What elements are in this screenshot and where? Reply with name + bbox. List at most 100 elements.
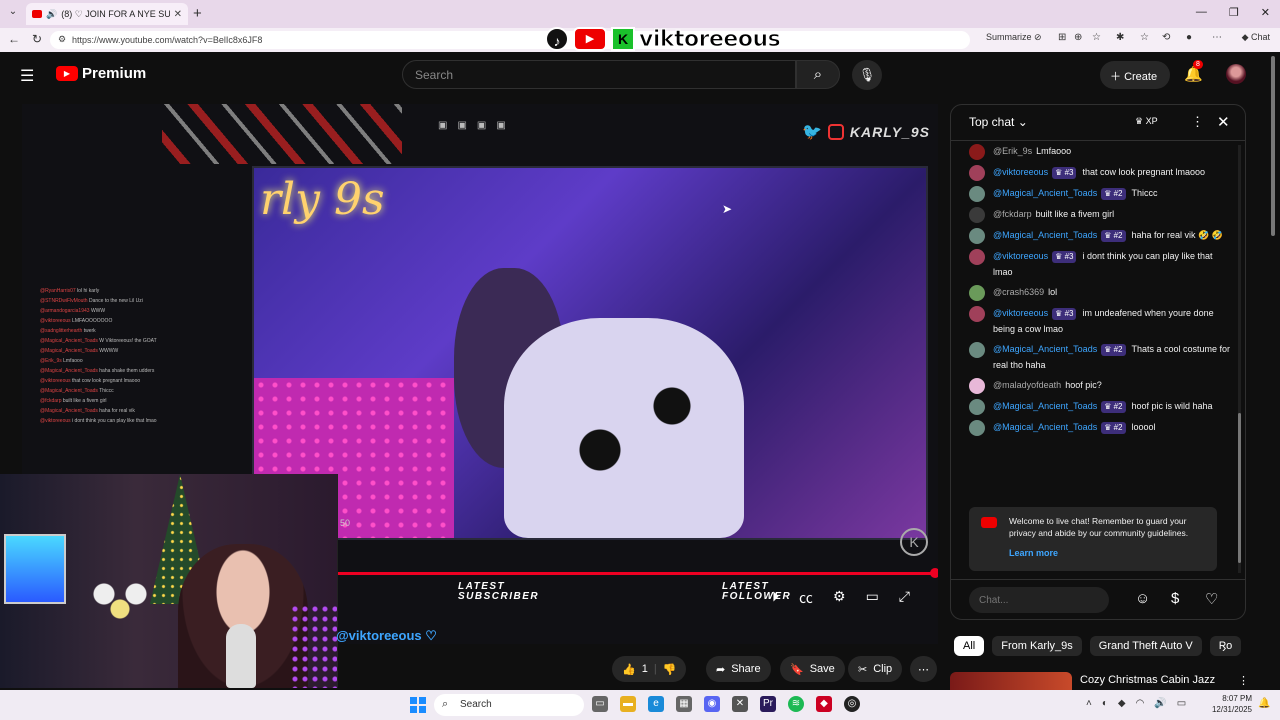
- learn-more-link[interactable]: Learn more: [1009, 547, 1207, 559]
- emoji-icon[interactable]: ☺: [1135, 590, 1150, 607]
- puzzle-icon[interactable]: ✱: [1116, 32, 1124, 43]
- chat-avatar[interactable]: [969, 420, 985, 436]
- super-chat-icon[interactable]: $: [1171, 590, 1179, 607]
- thumbs-down-icon[interactable]: 👎: [663, 663, 677, 676]
- back-icon[interactable]: ←: [8, 32, 20, 46]
- theater-mode-icon[interactable]: ▭: [866, 588, 879, 608]
- tray-app-icon[interactable]: ◆: [1118, 698, 1126, 709]
- autoplay-toggle[interactable]: ⏵: [772, 588, 779, 608]
- chat-username[interactable]: @viktoreeous: [993, 251, 1048, 261]
- chat-username[interactable]: @viktoreeous: [993, 167, 1048, 177]
- speaker-icon[interactable]: 🔊: [46, 9, 57, 20]
- notification-icon[interactable]: 🔔: [1258, 698, 1270, 709]
- chat-scroll-thumb[interactable]: [1238, 413, 1241, 563]
- spotify-icon[interactable]: ≋: [788, 696, 804, 712]
- chevron-up-icon[interactable]: ˄: [1086, 698, 1092, 709]
- battery-icon[interactable]: ▭: [1177, 698, 1186, 709]
- page-scroll-thumb[interactable]: [1271, 56, 1275, 236]
- clip-button[interactable]: ✂ Clip: [848, 656, 903, 682]
- maximize-icon[interactable]: ❐: [1229, 6, 1239, 19]
- close-icon[interactable]: ✕: [1217, 113, 1230, 131]
- tray-app-icon[interactable]: ◐: [1102, 698, 1108, 709]
- channel-name[interactable]: @viktoreeous ♡: [336, 628, 437, 644]
- subtitles-icon[interactable]: ㏄: [799, 588, 813, 608]
- taskbar-search[interactable]: ⌕ Search: [434, 694, 584, 716]
- edge-icon[interactable]: e: [648, 696, 664, 712]
- notifications-button[interactable]: 🔔 8: [1184, 60, 1203, 83]
- chat-input[interactable]: [969, 587, 1109, 613]
- chat-message[interactable]: @crash6369 lol: [969, 284, 1231, 301]
- copilot-chat-button[interactable]: ◆ Chat: [1242, 32, 1270, 43]
- save-button[interactable]: 🔖 Save: [780, 656, 845, 682]
- chat-more-icon[interactable]: ⋮: [1191, 114, 1204, 130]
- chat-avatar[interactable]: [969, 228, 985, 244]
- history-icon[interactable]: ⟲: [1162, 32, 1170, 43]
- reload-icon[interactable]: ↻: [32, 32, 42, 46]
- store-icon[interactable]: ▦: [676, 696, 692, 712]
- url-field[interactable]: ⚙ https://www.youtube.com/watch?v=BelIc8…: [50, 31, 970, 49]
- page-scrollbar[interactable]: [1270, 56, 1276, 690]
- chat-avatar[interactable]: [969, 399, 985, 415]
- browser-tab[interactable]: 🔊 (8) ♡ JOIN FOR A NYE SURPRI ✕: [26, 3, 188, 25]
- favorites-icon[interactable]: ☆: [1140, 32, 1149, 43]
- discord-icon[interactable]: ◉: [704, 696, 720, 712]
- search-input[interactable]: Search: [402, 60, 796, 89]
- profile-avatar-icon[interactable]: ●: [1186, 32, 1192, 43]
- more-menu-icon[interactable]: ⋯: [1212, 32, 1222, 43]
- app-icon[interactable]: ✕: [732, 696, 748, 712]
- create-button[interactable]: ＋ Create: [1100, 61, 1170, 89]
- new-tab-button[interactable]: +: [193, 5, 202, 22]
- progress-bar[interactable]: [338, 568, 938, 578]
- premiere-icon[interactable]: Pr: [760, 696, 776, 712]
- chat-message[interactable]: @Magical_Ancient_Toads ♛ #2 looool: [969, 419, 1231, 436]
- chat-username[interactable]: @Magical_Ancient_Toads: [993, 188, 1097, 198]
- chat-avatar[interactable]: [969, 249, 985, 265]
- filter-chip[interactable]: All: [954, 636, 985, 656]
- close-tab-icon[interactable]: ✕: [174, 9, 182, 20]
- youtube-logo[interactable]: ▶ Premium: [56, 65, 146, 82]
- chat-avatar[interactable]: [969, 144, 985, 160]
- share-button[interactable]: ➦ Share: [706, 656, 771, 682]
- chat-avatar[interactable]: [969, 186, 985, 202]
- chat-avatar[interactable]: [969, 207, 985, 223]
- chat-message[interactable]: @viktoreeous ♛ #3 that cow look pregnant l…: [969, 164, 1231, 181]
- chat-avatar[interactable]: [969, 285, 985, 301]
- chat-message[interactable]: @Erik_9s Lmfaooo: [969, 143, 1231, 160]
- chat-username[interactable]: @Magical_Ancient_Toads: [993, 230, 1097, 240]
- zoom-icon[interactable]: ⊕: [1074, 32, 1082, 43]
- windows-start-icon[interactable]: [410, 697, 426, 713]
- chat-username[interactable]: @fckdarp: [993, 209, 1032, 219]
- chat-username[interactable]: @maladyofdeath: [993, 380, 1061, 390]
- menu-icon[interactable]: ☰: [20, 66, 34, 86]
- chat-message[interactable]: @Magical_Ancient_Toads ♛ #2 hoof pic is wi…: [969, 398, 1231, 415]
- chat-message[interactable]: @viktoreeous ♛ #3 i dont think you can pla…: [969, 248, 1231, 280]
- settings-icon[interactable]: ⚙: [833, 588, 846, 608]
- xp-badge[interactable]: ♛ XP: [1135, 116, 1158, 127]
- site-info-icon[interactable]: ⚙: [58, 34, 66, 45]
- wifi-icon[interactable]: ◠: [1136, 698, 1145, 709]
- recommended-title[interactable]: Cozy Christmas Cabin Jazz: [1080, 674, 1215, 686]
- more-icon[interactable]: ⋮: [1238, 674, 1249, 687]
- filter-chip[interactable]: From Karly_9s: [992, 636, 1082, 656]
- search-button[interactable]: ⌕: [796, 60, 840, 89]
- file-explorer-icon[interactable]: ▬: [620, 696, 636, 712]
- chat-message[interactable]: @maladyofdeath hoof pic?: [969, 377, 1231, 394]
- voice-search-button[interactable]: 🎙: [852, 60, 882, 90]
- close-window-icon[interactable]: ✕: [1261, 6, 1270, 19]
- chat-message[interactable]: @fckdarp built like a fivem girl: [969, 206, 1231, 223]
- chat-avatar[interactable]: [969, 306, 985, 322]
- heart-icon[interactable]: ♡: [1205, 590, 1218, 608]
- favorite-star-icon[interactable]: ☆: [1092, 32, 1101, 43]
- volume-icon[interactable]: 🔊: [1154, 698, 1166, 709]
- top-chat-dropdown[interactable]: Top chat ⌄: [969, 115, 1028, 129]
- chat-avatar[interactable]: [969, 378, 985, 394]
- chat-avatar[interactable]: [969, 165, 985, 181]
- account-avatar[interactable]: [1226, 64, 1246, 84]
- chat-message[interactable]: @Magical_Ancient_Toads ♛ #2 Thats a cool c…: [969, 341, 1231, 373]
- app-icon[interactable]: ◆: [816, 696, 832, 712]
- chevron-right-icon[interactable]: ›: [1222, 640, 1226, 655]
- more-actions-button[interactable]: ⋯: [910, 656, 937, 682]
- chat-message[interactable]: @Magical_Ancient_Toads ♛ #2 haha for real …: [969, 227, 1231, 244]
- chat-username[interactable]: @Magical_Ancient_Toads: [993, 422, 1097, 432]
- filter-chip[interactable]: Grand Theft Auto V: [1089, 636, 1202, 656]
